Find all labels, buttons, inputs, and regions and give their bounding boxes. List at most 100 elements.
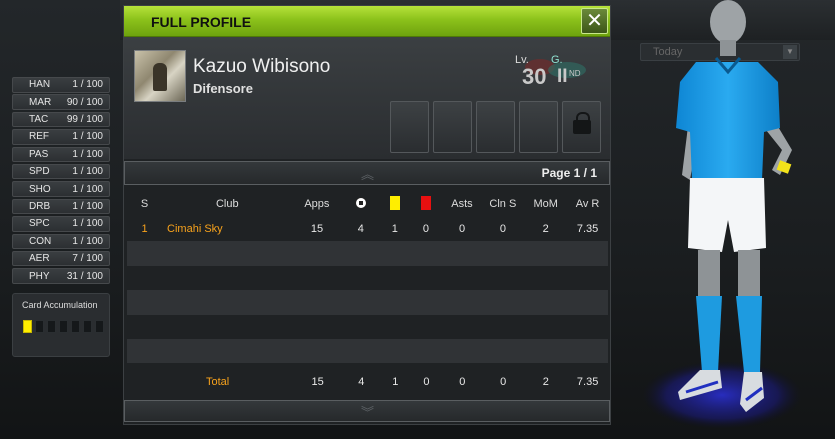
- figure-neck: [720, 40, 736, 56]
- level-value: 30: [522, 64, 547, 89]
- equipment-slot[interactable]: [519, 101, 558, 153]
- stat-key: TAC: [29, 114, 49, 126]
- stat-key: SHO: [29, 183, 51, 195]
- cell-yellow: 1: [391, 223, 398, 236]
- scroll-down-icon[interactable]: ︾: [361, 402, 374, 421]
- empty-card-slot: [95, 320, 104, 333]
- cell-total-avg-rating: 7.35: [576, 376, 599, 388]
- stat-row-spd: SPD 1 / 100: [12, 163, 110, 180]
- yellow-card-slot: [23, 320, 32, 333]
- col-season: S: [140, 198, 149, 210]
- stat-value: 1 / 100: [72, 200, 103, 212]
- figure-shorts: [688, 178, 766, 252]
- stat-row-con: CON 1 / 100: [12, 233, 110, 250]
- figure-head: [710, 0, 746, 44]
- stat-key: DRB: [29, 200, 51, 212]
- stat-key: SPC: [29, 218, 50, 230]
- season-stats-table: S Club Apps Asts Cln S MoM Av R 1 Cimahi…: [127, 191, 608, 364]
- col-clean-sheets: Cln S: [489, 198, 517, 210]
- avatar: [134, 50, 186, 102]
- stat-key: PAS: [29, 148, 49, 160]
- stat-value: 1 / 100: [72, 218, 103, 230]
- cell-total-clean-sheets: 0: [500, 376, 507, 388]
- stat-row-pas: PAS 1 / 100: [12, 146, 110, 163]
- stat-row-drb: DRB 1 / 100: [12, 198, 110, 215]
- col-yellow: [380, 195, 409, 213]
- equipment-slot[interactable]: [433, 101, 472, 153]
- equipment-slot[interactable]: [390, 101, 429, 153]
- stat-row-phy: PHY 31 / 100: [12, 268, 110, 284]
- cell-assists: 0: [458, 223, 466, 236]
- close-button[interactable]: ✕: [581, 8, 608, 34]
- cell-total-goals: 4: [358, 376, 365, 388]
- stat-row-ref: REF 1 / 100: [12, 129, 110, 145]
- table-row-empty: [127, 314, 608, 339]
- cell-mom: 2: [542, 223, 549, 236]
- figure-shirt: [676, 62, 780, 180]
- table-row-empty: [127, 338, 608, 364]
- stat-value: 1 / 100: [72, 79, 103, 91]
- panel-title: FULL PROFILE: [151, 14, 252, 30]
- stat-key: REF: [29, 131, 49, 143]
- page-indicator: Page 1 / 1: [541, 166, 597, 180]
- player-figure: [642, 0, 802, 429]
- cell-total-apps: 15: [311, 376, 324, 388]
- stat-row-mar: MAR 90 / 100: [12, 94, 110, 110]
- stat-key: MAR: [29, 96, 52, 108]
- table-header: S Club Apps Asts Cln S MoM Av R: [127, 191, 608, 217]
- col-goals: [341, 196, 380, 212]
- stat-row-tac: TAC 99 / 100: [12, 111, 110, 128]
- col-mom: MoM: [533, 198, 558, 210]
- empty-card-slot: [47, 320, 56, 333]
- stat-value: 90 / 100: [66, 96, 103, 108]
- cell-total-assists: 0: [459, 376, 466, 388]
- full-profile-panel: FULL PROFILE ✕ Kazuo Wibisono Difensore …: [123, 5, 611, 425]
- scroll-down-bar: ︾: [124, 400, 610, 422]
- table-row-empty: [127, 241, 608, 266]
- yellow-card-icon: [389, 195, 400, 210]
- cell-total-label: Total: [205, 376, 230, 388]
- cell-total-yellow: 1: [392, 376, 399, 388]
- figure-left-sock: [696, 296, 722, 372]
- attribute-list: HAN 1 / 100 MAR 90 / 100 TAC 99 / 100 REF 1 …: [12, 77, 110, 286]
- equipment-slot[interactable]: [476, 101, 515, 153]
- stat-row-sho: SHO 1 / 100: [12, 181, 110, 197]
- stat-row-aer: AER 7 / 100: [12, 250, 110, 267]
- col-assists: Asts: [451, 198, 473, 210]
- player-name: Kazuo Wibisono: [193, 56, 331, 77]
- figure-platform: [642, 361, 802, 429]
- cell-avg-rating: 7.35: [576, 223, 599, 236]
- table-total-row: Total 15 4 1 0 0 0 2 7.35: [127, 370, 608, 394]
- stat-value: 1 / 100: [72, 131, 103, 143]
- empty-card-slot: [59, 320, 68, 333]
- figure-right-sock: [736, 296, 762, 372]
- pager-bar: ︽ Page 1 / 1: [124, 161, 610, 185]
- cell-club: Cimahi Sky: [167, 223, 223, 236]
- cell-goals: 4: [357, 223, 364, 236]
- table-row-empty: [127, 265, 608, 291]
- stat-value: 1 / 100: [72, 148, 103, 160]
- table-row[interactable]: 1 Cimahi Sky 15 4 1 0 0 0 2 7.35: [127, 217, 608, 241]
- stat-key: CON: [29, 235, 52, 247]
- cell-total-mom: 2: [542, 376, 549, 388]
- card-slots: [23, 320, 109, 333]
- stat-key: PHY: [29, 270, 50, 282]
- cell-season: 1: [141, 223, 148, 236]
- stat-value: 1 / 100: [72, 183, 103, 195]
- empty-card-slot: [35, 320, 44, 333]
- stat-value: 1 / 100: [72, 235, 103, 247]
- equipment-slots: [390, 101, 601, 153]
- figure-left-thigh: [698, 250, 720, 300]
- stat-row-spc: SPC 1 / 100: [12, 216, 110, 232]
- equipment-slot-locked[interactable]: [562, 101, 601, 153]
- red-card-icon: [420, 195, 431, 210]
- player-position: Difensore: [193, 81, 253, 96]
- scroll-up-icon[interactable]: ︽: [361, 164, 374, 183]
- grade-value: II: [557, 66, 568, 87]
- cell-clean-sheets: 0: [499, 223, 506, 236]
- player-header: Kazuo Wibisono Difensore Lv. 30 G. II ND: [124, 37, 610, 159]
- figure-right-thigh: [738, 250, 760, 300]
- lock-icon: [573, 112, 591, 134]
- col-avg-rating: Av R: [575, 198, 600, 210]
- stat-value: 99 / 100: [66, 114, 103, 126]
